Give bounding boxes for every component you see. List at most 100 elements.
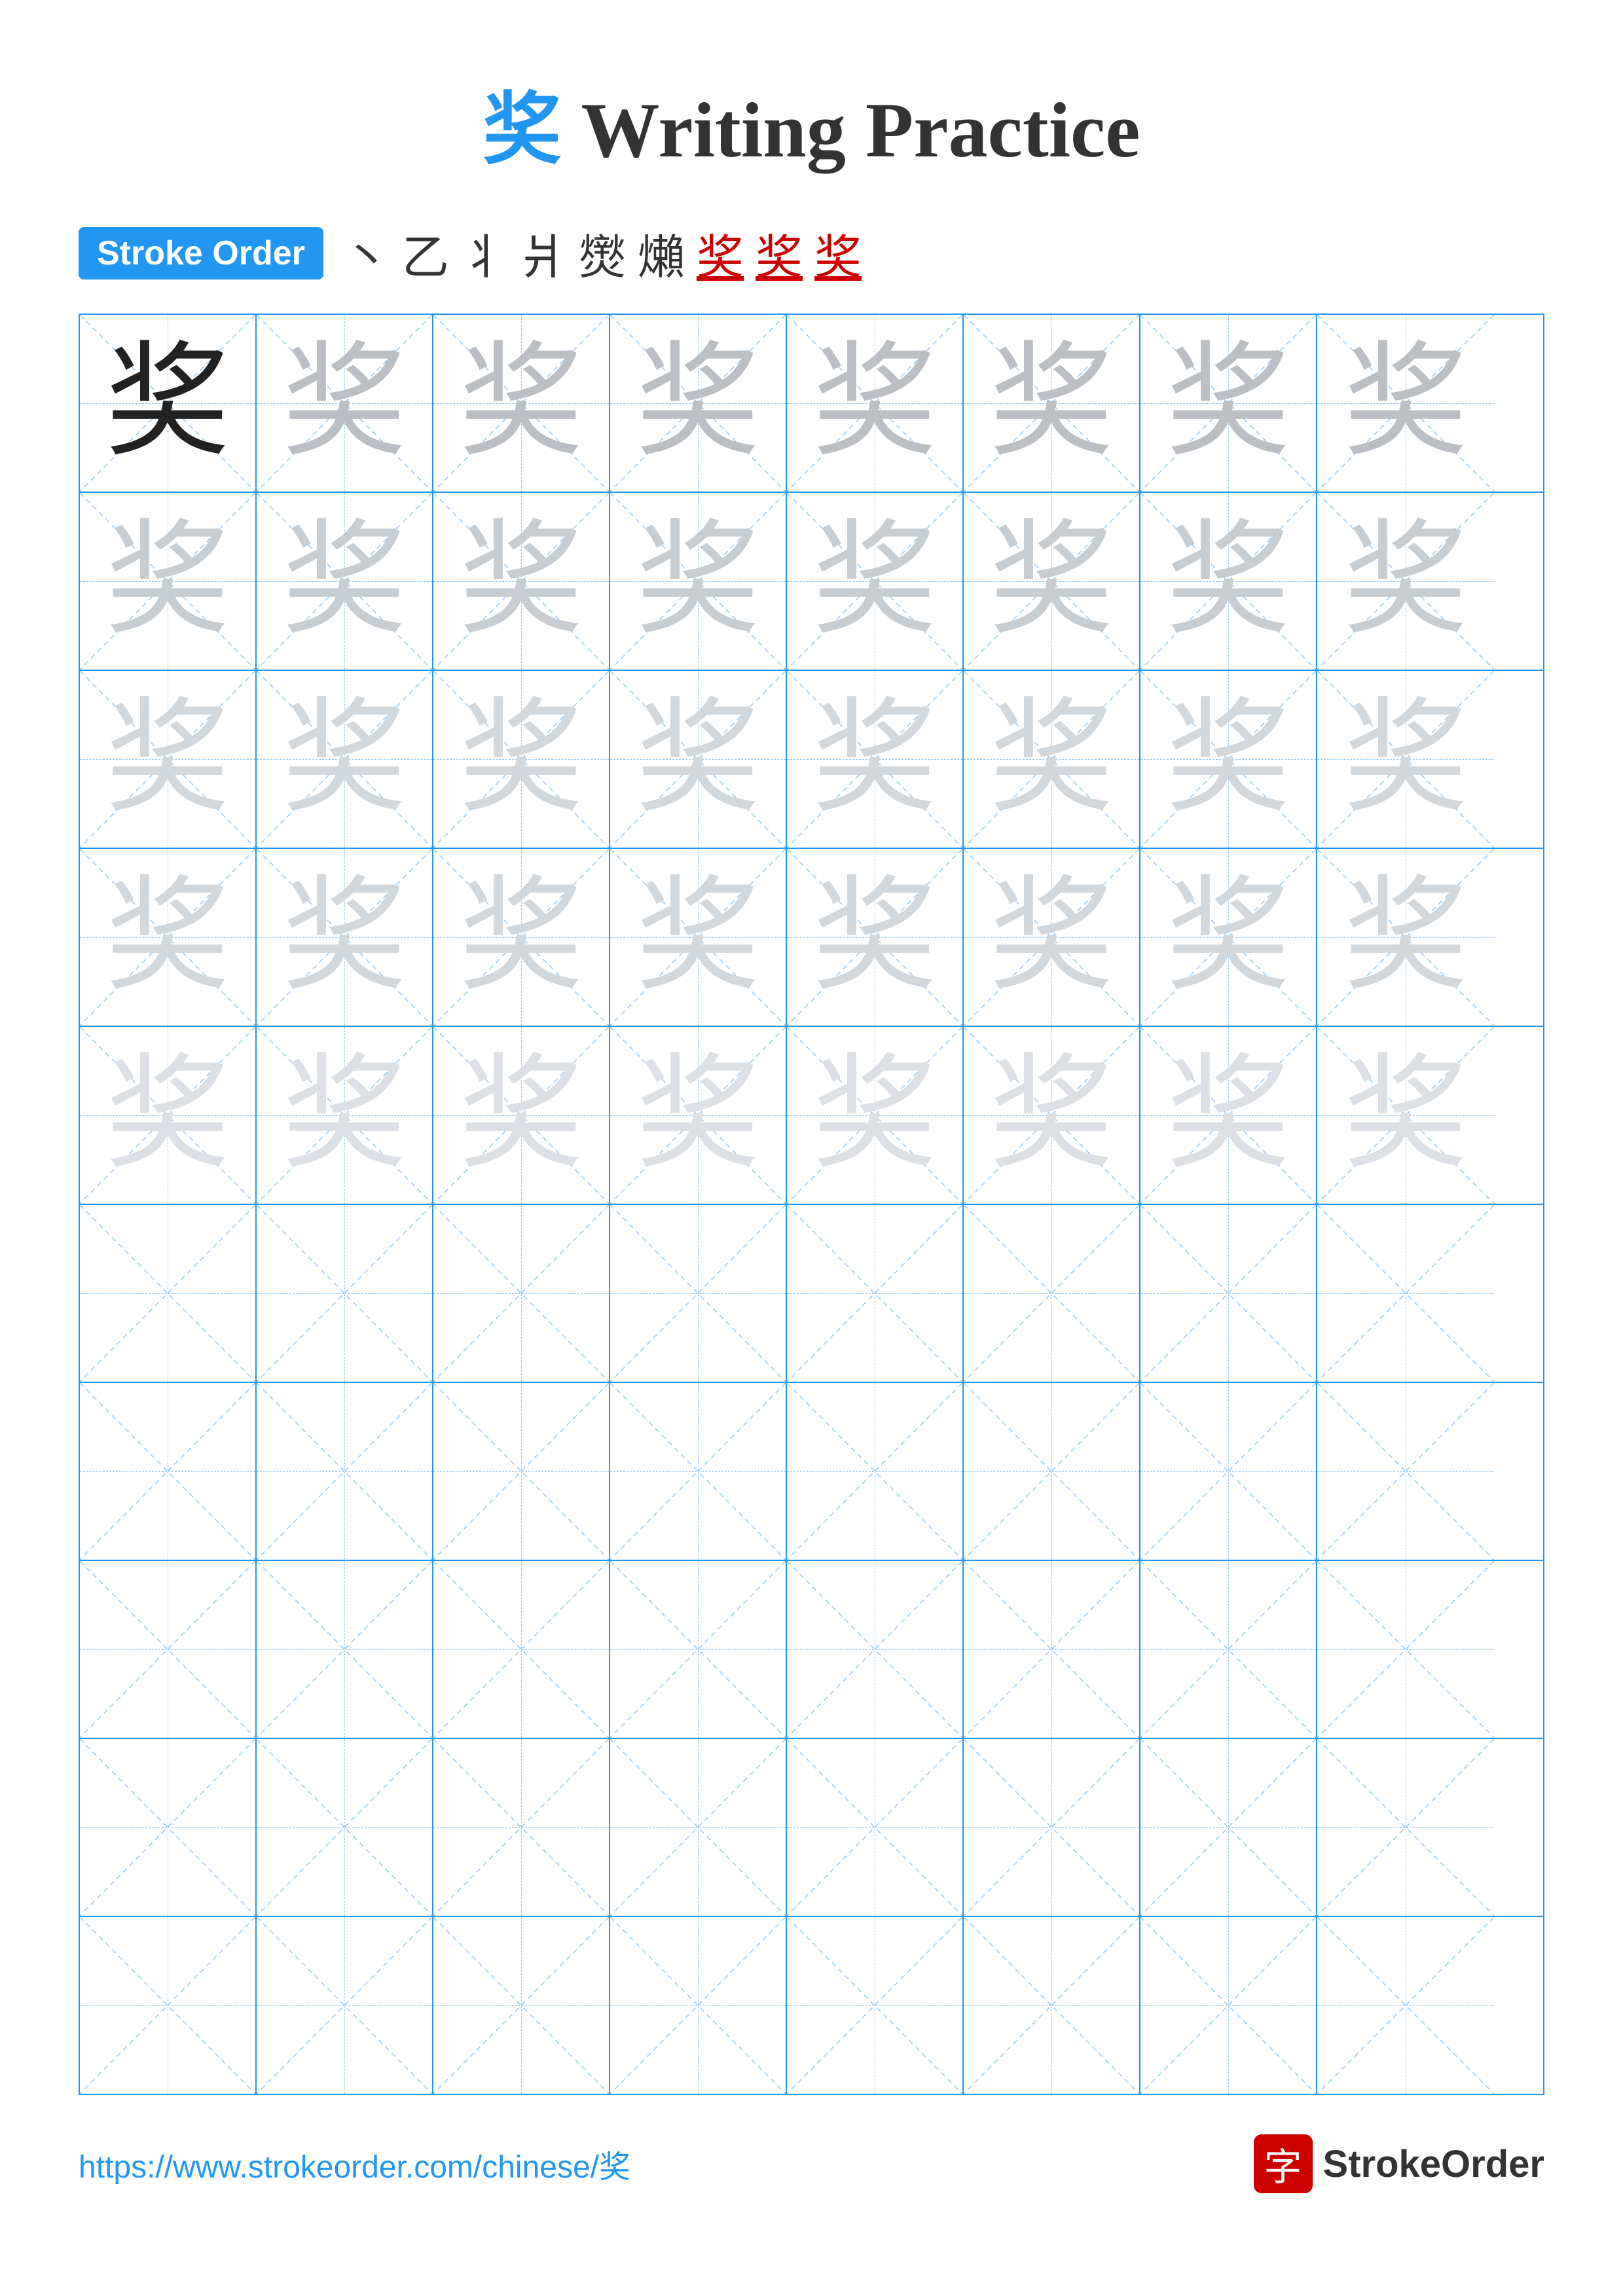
char-1-1: 奖 (105, 341, 230, 465)
grid-row-8 (80, 1561, 1543, 1739)
char-4-8: 奖 (1343, 875, 1468, 999)
cell-3-5: 奖 (787, 671, 964, 848)
cell-6-1 (80, 1205, 257, 1382)
char-1-2: 奖 (282, 341, 407, 465)
char-5-5: 奖 (812, 1053, 937, 1177)
cell-10-6 (964, 1917, 1140, 2094)
char-2-6: 奖 (989, 519, 1114, 643)
char-4-5: 奖 (812, 875, 937, 999)
cell-1-3: 奖 (433, 315, 610, 492)
char-2-1: 奖 (105, 519, 230, 643)
char-5-7: 奖 (1166, 1053, 1290, 1177)
char-2-5: 奖 (812, 519, 937, 643)
footer-url[interactable]: https://www.strokeorder.com/chinese/奖 (79, 2141, 630, 2187)
cell-2-5: 奖 (787, 493, 964, 670)
cell-1-8: 奖 (1317, 315, 1494, 492)
cell-9-6 (964, 1739, 1140, 1916)
cell-10-8 (1317, 1917, 1494, 2094)
cell-9-5 (787, 1739, 964, 1916)
grid-row-6 (80, 1205, 1543, 1383)
grid-row-10 (80, 1917, 1543, 2094)
char-5-2: 奖 (282, 1053, 407, 1177)
footer-logo: 字 StrokeOrder (1254, 2134, 1544, 2193)
char-5-4: 奖 (636, 1053, 760, 1177)
char-1-7: 奖 (1166, 341, 1290, 465)
char-3-2: 奖 (282, 697, 407, 821)
stroke-7: 奖 (697, 219, 744, 287)
cell-3-8: 奖 (1317, 671, 1494, 848)
cell-4-1: 奖 (80, 849, 257, 1026)
stroke-9: 奖 (814, 219, 862, 287)
cell-4-5: 奖 (787, 849, 964, 1026)
cell-8-6 (964, 1561, 1140, 1738)
char-2-4: 奖 (636, 519, 760, 643)
stroke-order-chars: 丶 乙 丬 爿 㸉 㸊 奖 奖 奖 (343, 219, 862, 287)
cell-7-5 (787, 1383, 964, 1560)
cell-10-3 (433, 1917, 610, 2094)
cell-10-5 (787, 1917, 964, 2094)
cell-2-7: 奖 (1140, 493, 1317, 670)
cell-4-4: 奖 (610, 849, 787, 1026)
cell-7-3 (433, 1383, 610, 1560)
char-3-5: 奖 (812, 697, 937, 821)
cell-6-3 (433, 1205, 610, 1382)
char-1-6: 奖 (989, 341, 1114, 465)
title-suffix: Writing Practice (561, 86, 1140, 173)
grid-row-7 (80, 1383, 1543, 1561)
cell-3-2: 奖 (257, 671, 433, 848)
cell-4-8: 奖 (1317, 849, 1494, 1026)
cell-6-5 (787, 1205, 964, 1382)
cell-2-1: 奖 (80, 493, 257, 670)
char-3-8: 奖 (1343, 697, 1468, 821)
practice-grid: 奖 奖 奖 奖 奖 奖 奖 奖 (79, 314, 1544, 2095)
cell-1-7: 奖 (1140, 315, 1317, 492)
stroke-1: 丶 (343, 219, 390, 287)
char-1-5: 奖 (812, 341, 937, 465)
cell-7-6 (964, 1383, 1140, 1560)
cell-5-6: 奖 (964, 1027, 1140, 1204)
stroke-order-row: Stroke Order 丶 乙 丬 爿 㸉 㸊 奖 奖 奖 (52, 219, 1571, 287)
cell-7-2 (257, 1383, 433, 1560)
cell-9-3 (433, 1739, 610, 1916)
cell-5-2: 奖 (257, 1027, 433, 1204)
cell-3-4: 奖 (610, 671, 787, 848)
cell-4-3: 奖 (433, 849, 610, 1026)
cell-2-6: 奖 (964, 493, 1140, 670)
cell-9-8 (1317, 1739, 1494, 1916)
cell-8-4 (610, 1561, 787, 1738)
cell-7-8 (1317, 1383, 1494, 1560)
cell-8-7 (1140, 1561, 1317, 1738)
char-4-3: 奖 (459, 875, 583, 999)
cell-9-4 (610, 1739, 787, 1916)
cell-2-3: 奖 (433, 493, 610, 670)
cell-8-8 (1317, 1561, 1494, 1738)
cell-5-4: 奖 (610, 1027, 787, 1204)
char-5-6: 奖 (989, 1053, 1114, 1177)
cell-10-4 (610, 1917, 787, 2094)
cell-3-1: 奖 (80, 671, 257, 848)
cell-5-1: 奖 (80, 1027, 257, 1204)
footer-logo-text: StrokeOrder (1323, 2142, 1544, 2186)
cell-8-2 (257, 1561, 433, 1738)
cell-1-1: 奖 (80, 315, 257, 492)
char-2-2: 奖 (282, 519, 407, 643)
char-2-7: 奖 (1166, 519, 1290, 643)
char-3-6: 奖 (989, 697, 1114, 821)
char-2-8: 奖 (1343, 519, 1468, 643)
cell-1-4: 奖 (610, 315, 787, 492)
page-title: 奖 Writing Practice (52, 65, 1571, 179)
char-5-8: 奖 (1343, 1053, 1468, 1177)
cell-7-1 (80, 1383, 257, 1560)
cell-10-7 (1140, 1917, 1317, 2094)
char-1-3: 奖 (459, 341, 583, 465)
char-3-4: 奖 (636, 697, 760, 821)
cell-6-7 (1140, 1205, 1317, 1382)
cell-9-2 (257, 1739, 433, 1916)
cell-6-4 (610, 1205, 787, 1382)
cell-4-2: 奖 (257, 849, 433, 1026)
stroke-6: 㸊 (638, 219, 685, 287)
grid-row-4: 奖 奖 奖 奖 奖 奖 奖 奖 (80, 849, 1543, 1027)
grid-row-2: 奖 奖 奖 奖 奖 奖 奖 奖 (80, 493, 1543, 671)
cell-6-6 (964, 1205, 1140, 1382)
stroke-order-badge: Stroke Order (79, 227, 323, 279)
